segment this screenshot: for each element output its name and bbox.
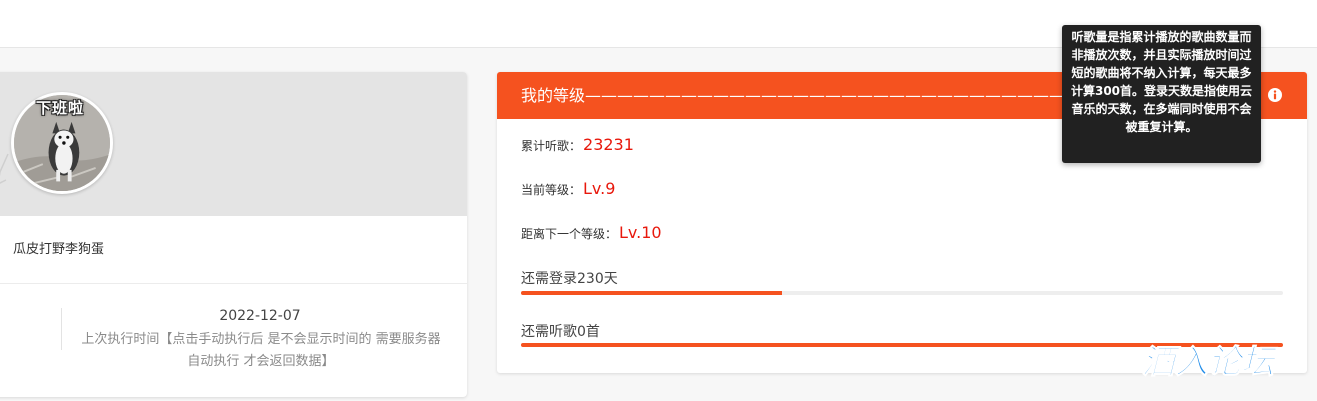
- last-exec-note: 上次执行时间【点击手动执行后 是不会显示时间的 需要服务器自动执行 才会返回数据…: [81, 332, 441, 369]
- forum-watermark-logo: 酒入论坛: [1142, 342, 1279, 381]
- divider: [0, 283, 467, 284]
- songs-needed-label: 还需听歌0首: [521, 324, 600, 340]
- login-days-label: 还需登录230天: [521, 271, 618, 287]
- total-listen-row: 累计听歌： 23231: [521, 135, 634, 154]
- info-circle-icon[interactable]: [1267, 87, 1283, 103]
- current-level-label: 当前等级：: [521, 183, 582, 197]
- profile-card: 下班啦 瓜皮打野李狗蛋 2022-12-07 上次执行时间【点击手动执行后 是不…: [0, 72, 467, 397]
- next-level-value: Lv.10: [619, 223, 662, 242]
- user-nickname: 瓜皮打野李狗蛋: [13, 242, 105, 257]
- login-days-progress-fill: [521, 291, 782, 295]
- divider-vertical: [61, 308, 62, 350]
- avatar-caption: 下班啦: [36, 99, 85, 117]
- login-days-progress: [521, 291, 1283, 295]
- level-info-tooltip: 听歌量是指累计播放的歌曲数量而非播放次数，并且实际播放时间过短的歌曲将不纳入计算…: [1062, 25, 1261, 163]
- next-level-label: 距离下一个等级：: [521, 227, 618, 241]
- total-listen-label: 累计听歌：: [521, 139, 582, 153]
- last-exec-date: 2022-12-07: [219, 308, 301, 324]
- total-listen-value: 23231: [583, 135, 634, 154]
- level-title: 我的等级——————————————————————————————鼠标往: [521, 86, 1081, 105]
- watermark-text: 酒入论坛: [1142, 342, 1278, 380]
- current-level-value: Lv.9: [583, 179, 616, 198]
- next-level-row: 距离下一个等级： Lv.10: [521, 223, 662, 242]
- current-level-row: 当前等级： Lv.9: [521, 179, 615, 198]
